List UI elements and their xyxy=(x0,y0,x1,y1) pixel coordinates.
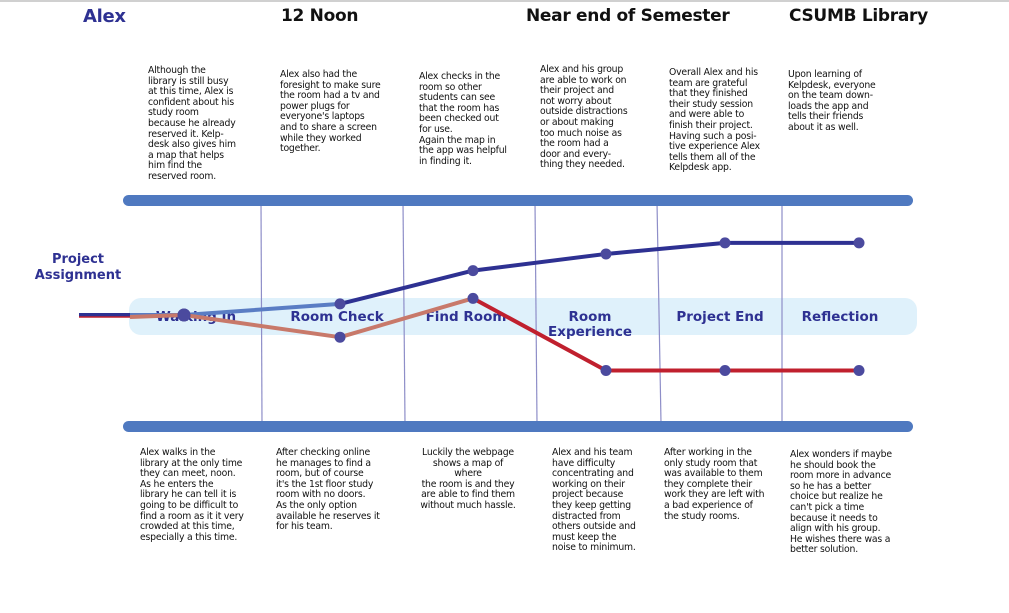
top-timeline-bar xyxy=(123,195,913,206)
positive-line-segment-4 xyxy=(604,240,727,256)
divider-1 xyxy=(260,201,263,424)
negative-note-walking-in: Alex walks in the library at the only ti… xyxy=(140,447,244,543)
negative-note-project-end: After working in the only study room tha… xyxy=(664,447,765,522)
negative-note-find-room: Luckily the webpage shows a map of where… xyxy=(420,447,516,511)
negative-note-room-experience: Alex and his team have difficulty concen… xyxy=(552,447,636,554)
stage-label-reflection: Reflection xyxy=(802,309,879,325)
positive-point-room-experience xyxy=(600,248,612,260)
negative-point-room-experience xyxy=(600,365,612,376)
bottom-timeline-bar xyxy=(123,421,913,432)
stage-label-room-check: Room Check xyxy=(290,309,384,325)
negative-note-room-check: After checking online he manages to find… xyxy=(276,447,380,533)
stage-band xyxy=(129,298,917,335)
positive-point-project-end xyxy=(719,237,731,249)
positive-point-find-room xyxy=(467,265,479,277)
negative-point-walking-in xyxy=(177,308,191,322)
stage-label-project-end: Project End xyxy=(676,309,763,325)
negative-point-room-check xyxy=(334,331,346,343)
positive-point-room-check xyxy=(334,298,346,310)
positive-point-reflection xyxy=(853,237,865,249)
positive-line-segment-3 xyxy=(471,251,608,273)
negative-point-find-room xyxy=(467,292,479,304)
negative-point-project-end xyxy=(719,365,731,376)
negative-point-reflection xyxy=(853,365,865,376)
negative-line-lead-in xyxy=(129,313,185,319)
negative-note-reflection: Alex wonders if maybe he should book the… xyxy=(790,449,892,556)
